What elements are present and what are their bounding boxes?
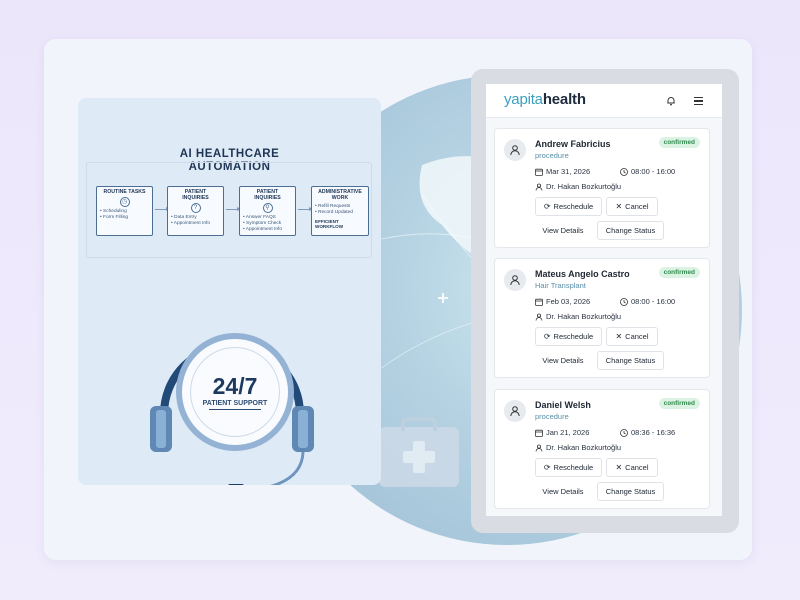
appointment-card: Mateus Angelo Castro Hair Transplant con… (494, 258, 710, 378)
refresh-icon: ⟳ (543, 332, 551, 341)
user-icon (535, 444, 543, 452)
appointment-doctor: Dr. Hakan Bozkurtoğlu (535, 312, 621, 321)
close-icon: ✕ (615, 463, 623, 472)
arrow-icon (298, 207, 313, 211)
appointment-card: Daniel Welsh procedure confirmed Jan 21,… (494, 389, 710, 509)
step-patient-inquiries: PATIENT INQUIRIES ? • Data Entry • Appoi… (167, 186, 224, 236)
infographic-title-line1: AI HEALTHCARE (179, 148, 280, 160)
phone-frame: yapitahealth Andrew Fabricius procedure … (471, 69, 739, 533)
cancel-button[interactable]: ✕ Cancel (606, 327, 658, 346)
appointment-date: Mar 31, 2026 (535, 167, 590, 176)
question-icon: ? (190, 203, 201, 213)
close-icon: ✕ (615, 202, 623, 211)
user-icon (510, 145, 520, 156)
change-status-button[interactable]: Change Status (597, 221, 664, 240)
app-screen: yapitahealth Andrew Fabricius procedure … (486, 84, 722, 516)
appointment-time: 08:00 - 16:00 (620, 297, 675, 306)
calendar-icon (535, 429, 543, 437)
user-icon (510, 406, 520, 417)
user-icon (535, 183, 543, 191)
close-icon: ✕ (615, 332, 623, 341)
arrow-icon (226, 207, 241, 211)
bell-icon[interactable] (666, 96, 676, 106)
cancel-button[interactable]: ✕ Cancel (606, 458, 658, 477)
reschedule-button[interactable]: ⟳ Reschedule (535, 197, 602, 216)
appointment-card: Andrew Fabricius procedure confirmed Mar… (494, 128, 710, 248)
change-status-button[interactable]: Change Status (597, 351, 664, 370)
appointment-date: Jan 21, 2026 (535, 428, 589, 437)
reschedule-button[interactable]: ⟳ Reschedule (535, 327, 602, 346)
calendar-icon (535, 168, 543, 176)
clock-icon (620, 167, 628, 176)
status-badge: confirmed (658, 137, 700, 148)
clock-icon (620, 428, 628, 437)
appointment-date: Feb 03, 2026 (535, 297, 590, 306)
patient-name: Daniel Welsh (535, 400, 591, 410)
refresh-icon: ⟳ (543, 202, 551, 211)
medkit-icon (379, 417, 459, 487)
refresh-icon: ⟳ (543, 463, 551, 472)
appointment-time: 08:36 - 16:36 (620, 428, 675, 437)
change-status-button[interactable]: Change Status (597, 482, 664, 501)
step-administrative-work: ADMINISTRATIVE WORK • Refill Requests • … (311, 186, 369, 236)
status-badge: confirmed (658, 398, 700, 409)
magnifier-icon: ⚲ (262, 203, 273, 213)
hero-card: AI HEALTHCARE AUTOMATION ROUTINE TASKS ◷… (44, 39, 752, 560)
clock-icon: ◷ (119, 197, 130, 207)
avatar (504, 400, 526, 422)
avatar (504, 139, 526, 161)
patient-name: Andrew Fabricius (535, 139, 611, 149)
appointment-type: procedure (535, 412, 569, 421)
calendar-icon (535, 298, 543, 306)
app-logo: yapitahealth (504, 91, 586, 108)
appointment-doctor: Dr. Hakan Bozkurtoğlu (535, 182, 621, 191)
support-label: PATIENT SUPPORT (202, 400, 268, 407)
cancel-button[interactable]: ✕ Cancel (606, 197, 658, 216)
user-icon (535, 313, 543, 321)
appointment-type: Hair Transplant (535, 281, 586, 290)
clock-icon (620, 297, 628, 306)
support-hours: 24/7 (212, 373, 258, 399)
appointment-type: procedure (535, 151, 569, 160)
appointment-time: 08:00 - 16:00 (620, 167, 675, 176)
step-patient-inquiries-2: PATIENT INQUIRIES ⚲ • Answer FAQS • Symp… (239, 186, 296, 236)
status-badge: confirmed (658, 267, 700, 278)
patient-name: Mateus Angelo Castro (535, 269, 630, 279)
app-header: yapitahealth (486, 84, 722, 118)
reschedule-button[interactable]: ⟳ Reschedule (535, 458, 602, 477)
hamburger-icon[interactable] (694, 97, 703, 106)
efficient-workflow-label: EFFICIENT WORKFLOW (315, 219, 344, 229)
step-routine-tasks: ROUTINE TASKS ◷ • Scheduling • Form Fill… (96, 186, 153, 236)
avatar (504, 269, 526, 291)
support-clock: 24/7 PATIENT SUPPORT (176, 333, 294, 451)
view-details-button[interactable]: View Details (535, 351, 591, 370)
user-icon (510, 275, 520, 286)
view-details-button[interactable]: View Details (535, 482, 591, 501)
view-details-button[interactable]: View Details (535, 221, 591, 240)
appointment-doctor: Dr. Hakan Bozkurtoğlu (535, 443, 621, 452)
